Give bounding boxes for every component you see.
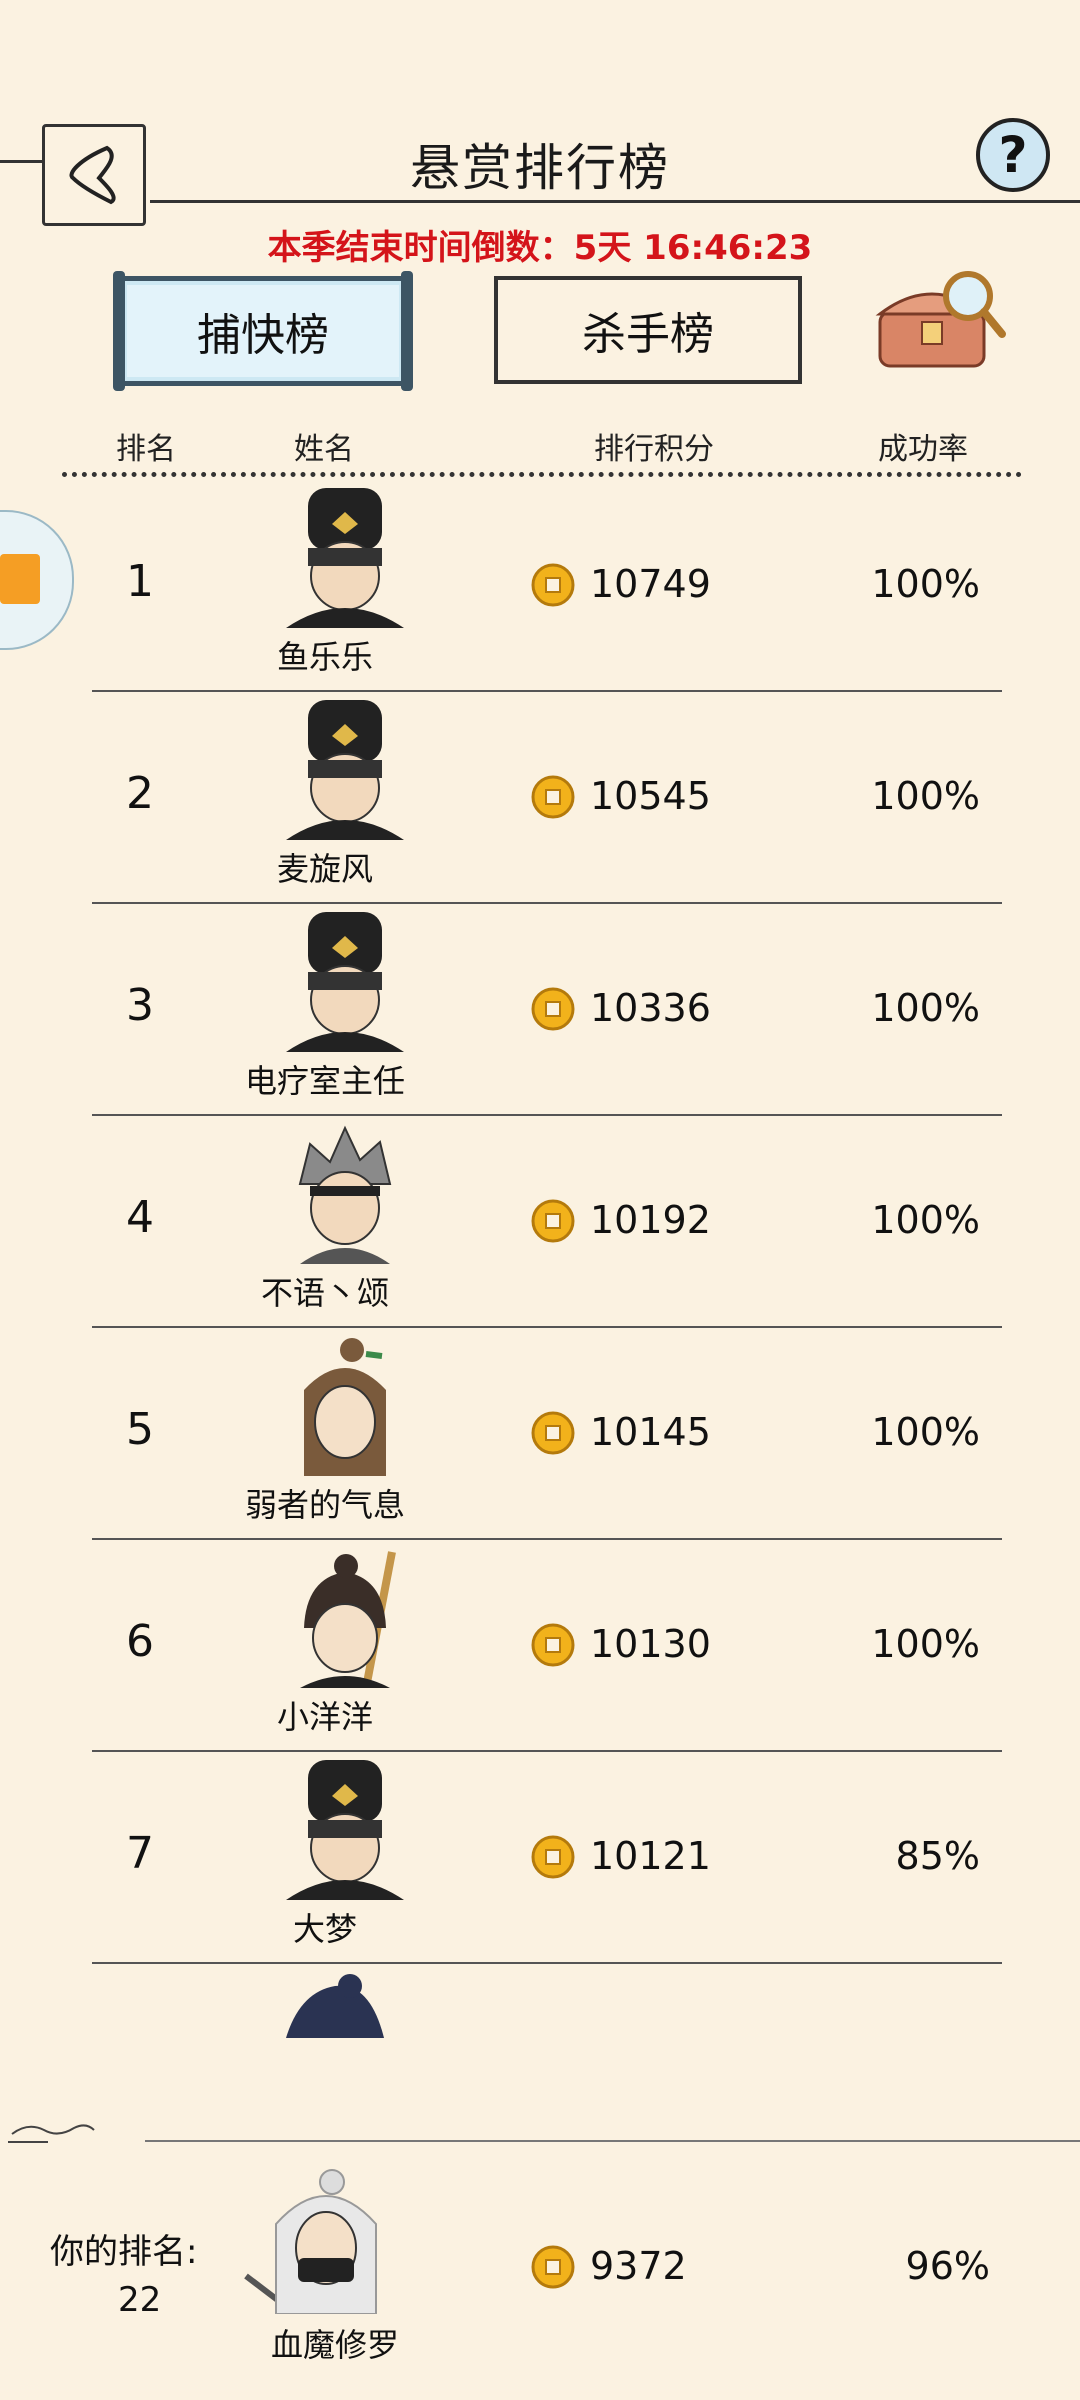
player-name: 电疗室主任 [244,1062,405,1100]
row-rank: 5 [126,1404,154,1455]
header-dotted-divider [62,472,1022,477]
player-avatar [298,1125,392,1264]
leaderboard-row[interactable]: 6 小洋洋 10130 100% [0,1538,1080,1750]
player-name: 小洋洋 [276,1698,373,1736]
question-mark-icon: ? [998,126,1028,184]
row-divider [92,1962,1002,1964]
your-rank-label: 你的排名: [50,2232,198,2272]
leaderboard-row[interactable]: 5 弱者的气息 10145 100% [0,1326,1080,1538]
help-button[interactable]: ? [976,118,1050,192]
player-avatar [286,1760,404,1900]
coin-icon [531,2245,575,2289]
tab-label: 捕快榜 [197,310,329,361]
player-name: 大梦 [292,1910,357,1948]
player-avatar [286,700,404,840]
player-success-rate: 100% [871,1410,980,1454]
your-name: 血魔修罗 [270,2326,399,2364]
season-countdown: 本季结束时间倒数：5天 16:46:23 [0,220,1080,269]
coin-icon [531,1623,575,1667]
player-score: 10121 [590,1834,711,1878]
footer-divider [145,2140,1080,2142]
leaderboard-row[interactable]: 4 不语丶颂 10192 100% [0,1114,1080,1326]
player-success-rate: 100% [871,774,980,818]
your-success-rate: 96% [905,2244,990,2288]
player-name: 鱼乐乐 [276,638,373,676]
player-score: 10545 [590,774,711,818]
your-avatar [244,2169,377,2314]
tab-assassin-board[interactable]: 杀手榜 [494,276,802,384]
player-score: 10192 [590,1198,711,1242]
player-score: 10130 [590,1622,711,1666]
player-score: 10336 [590,986,711,1030]
row-rank: 7 [126,1828,154,1879]
tab-label: 杀手榜 [582,309,714,360]
player-avatar-partial [286,1974,384,2038]
column-header-name: 姓名 [294,432,354,467]
leaderboard-row[interactable]: 2 麦旋风 10545 100% [0,690,1080,902]
leaderboard-row[interactable]: 1 鱼乐乐 10749 100% [0,478,1080,690]
leaderboard-row[interactable]: 3 电疗室主任 10336 100% [0,902,1080,1114]
player-avatar [300,1551,396,1688]
coin-icon [531,1199,575,1243]
status-area [0,0,1080,92]
coin-icon [531,987,575,1031]
coin-icon [531,1411,575,1455]
row-rank: 2 [126,768,154,819]
coin-icon [531,775,575,819]
countdown-label: 本季结束时间倒数： [267,228,574,268]
player-success-rate: 85% [895,1834,980,1878]
row-rank: 1 [126,556,154,607]
wave-ornament-icon [8,2124,95,2143]
header-divider-right [150,200,1080,203]
tab-constable-board[interactable]: 捕快榜 [113,271,413,391]
player-avatar [304,1338,386,1476]
countdown-value: 5天 16:46:23 [573,228,813,268]
page-title: 悬赏排行榜 [410,139,670,197]
your-score: 9372 [590,2244,687,2288]
row-rank: 6 [126,1616,154,1667]
player-name: 不语丶颂 [260,1274,389,1312]
player-score: 10145 [590,1410,711,1454]
treasure-chest-search-icon[interactable] [870,264,1010,374]
player-avatar [286,488,404,628]
column-header-score: 排行积分 [594,432,714,467]
player-score: 10749 [590,562,711,606]
player-success-rate: 100% [871,1198,980,1242]
leaderboard-row[interactable]: 7 大梦 10121 85% [0,1750,1080,1962]
your-rank-value: 22 [118,2280,162,2320]
column-header-rate: 成功率 [878,432,968,467]
row-rank: 3 [126,980,154,1031]
player-avatar [286,912,404,1052]
column-header-rank: 排名 [116,432,176,467]
coin-icon [531,563,575,607]
player-name: 弱者的气息 [244,1486,405,1524]
player-success-rate: 100% [871,1622,980,1666]
player-name: 麦旋风 [276,850,373,888]
row-rank: 4 [126,1192,154,1243]
player-success-rate: 100% [871,986,980,1030]
coin-icon [531,1835,575,1879]
player-success-rate: 100% [871,562,980,606]
